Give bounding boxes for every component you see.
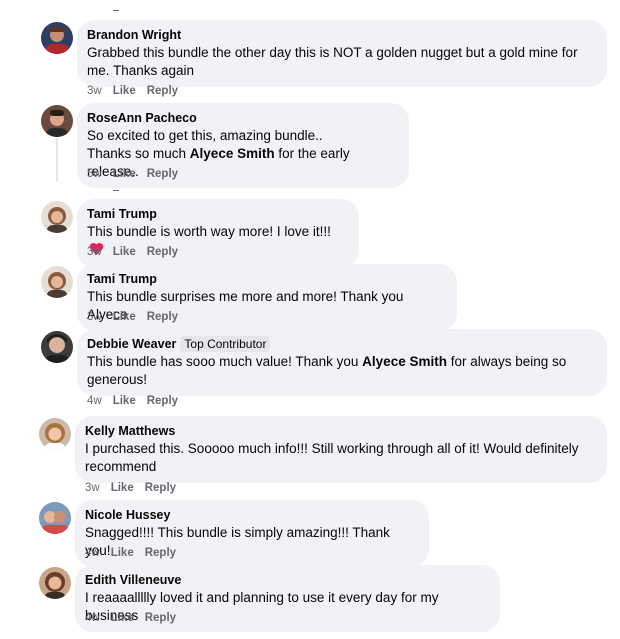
like-button[interactable]: Like	[113, 85, 136, 97]
thread-line	[56, 138, 58, 182]
comment-text: This bundle has sooo much value! Thank y…	[87, 354, 567, 387]
avatar[interactable]	[39, 502, 71, 534]
comment-bubble: Kelly Matthews I purchased this. Sooooo …	[75, 416, 607, 483]
avatar[interactable]	[41, 105, 73, 137]
commenter-name[interactable]: Kelly Matthews	[85, 424, 175, 438]
comment-text: I purchased this. Sooooo much info!!! St…	[85, 441, 579, 474]
like-button[interactable]: Like	[111, 612, 134, 624]
avatar[interactable]	[39, 418, 71, 450]
commenter-name[interactable]: Tami Trump	[87, 272, 157, 286]
thread-dash	[113, 10, 119, 11]
like-button[interactable]: Like	[113, 395, 136, 407]
reply-button[interactable]: Reply	[145, 547, 176, 559]
like-button[interactable]: Like	[111, 547, 134, 559]
comment-bubble: Brandon Wright Grabbed this bundle the o…	[77, 20, 607, 87]
reply-button[interactable]: Reply	[147, 85, 178, 97]
timestamp[interactable]: 3w	[85, 482, 100, 494]
like-button[interactable]: Like	[113, 311, 136, 323]
reply-button[interactable]: Reply	[145, 482, 176, 494]
comment-bubble: Debbie Weaver Top Contributor This bundle…	[77, 329, 607, 396]
thread-dash	[113, 190, 119, 191]
timestamp[interactable]: 3w	[87, 85, 102, 97]
avatar[interactable]	[39, 567, 71, 599]
reply-button[interactable]: Reply	[147, 311, 178, 323]
like-button[interactable]: Like	[113, 246, 136, 258]
reply-button[interactable]: Reply	[147, 168, 178, 180]
commenter-name[interactable]: Edith Villeneuve	[85, 573, 181, 587]
avatar[interactable]	[41, 331, 73, 363]
commenter-name[interactable]: Brandon Wright	[87, 28, 181, 42]
reply-button[interactable]: Reply	[145, 612, 176, 624]
commenter-name[interactable]: RoseAnn Pacheco	[87, 111, 197, 125]
timestamp[interactable]: 3w	[87, 311, 102, 323]
commenter-name[interactable]: Debbie Weaver	[87, 337, 176, 351]
commenter-name[interactable]: Tami Trump	[87, 207, 157, 221]
avatar[interactable]	[41, 266, 73, 298]
timestamp[interactable]: 5w	[87, 168, 102, 180]
timestamp[interactable]: 3w	[87, 246, 102, 258]
reply-button[interactable]: Reply	[147, 395, 178, 407]
reply-button[interactable]: Reply	[147, 246, 178, 258]
mention-link[interactable]: Alyece Smith	[362, 354, 447, 369]
avatar[interactable]	[41, 22, 73, 54]
comment-text: Grabbed this bundle the other day this i…	[87, 45, 578, 78]
mention-link[interactable]: Alyece Smith	[190, 146, 275, 161]
timestamp[interactable]: 4w	[87, 395, 102, 407]
timestamp[interactable]: 4w	[85, 547, 100, 559]
like-button[interactable]: Like	[113, 168, 136, 180]
top-contributor-badge: Top Contributor	[180, 336, 271, 352]
commenter-name[interactable]: Nicole Hussey	[85, 508, 170, 522]
avatar[interactable]	[41, 201, 73, 233]
like-button[interactable]: Like	[111, 482, 134, 494]
timestamp[interactable]: 4w	[85, 612, 100, 624]
